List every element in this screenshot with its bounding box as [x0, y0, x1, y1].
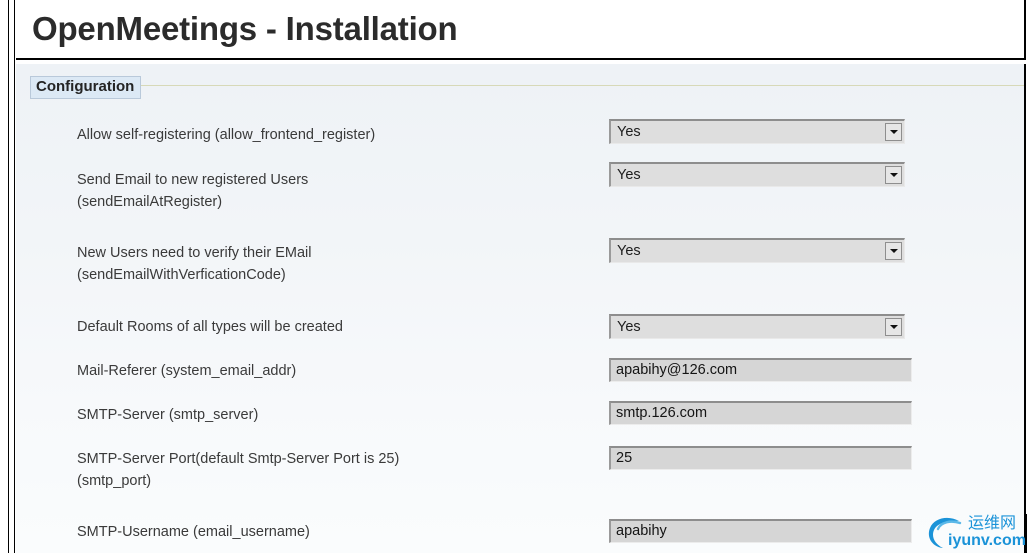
- chevron-down-glyph: [889, 173, 898, 177]
- field-label-send-email-with-verfication-code: New Users need to verify their EMail (se…: [77, 245, 312, 283]
- field-label-email-username: SMTP-Username (email_username): [77, 524, 310, 540]
- select-send-email-with-verfication-code[interactable]: Yes: [609, 238, 905, 263]
- text-input-smtp-port[interactable]: 25: [609, 446, 912, 470]
- chevron-down-glyph: [889, 249, 898, 253]
- chevron-down-icon[interactable]: [885, 123, 902, 141]
- text-input-value-email-username: apabihy: [616, 523, 667, 539]
- select-value-send-email-at-register: Yes: [617, 167, 641, 183]
- text-input-value-smtp-server: smtp.126.com: [616, 405, 708, 421]
- field-label-allow-frontend-register: Allow self-registering (allow_frontend_r…: [77, 127, 376, 143]
- field-label-send-email-at-register: Send Email to new registered Users (send…: [77, 172, 309, 210]
- header-panel: OpenMeetings - Installation: [16, 0, 1026, 60]
- fieldset-legend: Configuration: [30, 76, 142, 99]
- chevron-down-glyph: [889, 130, 898, 134]
- page-frame-rule-outer: [8, 0, 9, 553]
- installation-page: OpenMeetings - Installation Configuratio…: [0, 0, 1034, 553]
- text-input-email-username[interactable]: apabihy: [609, 519, 912, 543]
- page-frame-rule-inner: [14, 0, 15, 553]
- watermark-divider: [1026, 514, 1027, 553]
- page-title: OpenMeetings - Installation: [32, 10, 458, 47]
- select-allow-frontend-register[interactable]: Yes: [609, 119, 905, 144]
- text-input-smtp-server[interactable]: smtp.126.com: [609, 401, 912, 425]
- text-input-value-system-email-addr: apabihy@126.com: [616, 362, 738, 378]
- watermark: 运维网 iyunv.com: [926, 514, 1034, 553]
- configuration-fieldset: Configuration Allow self-registering (al…: [16, 64, 1026, 553]
- select-value-default-rooms-created: Yes: [617, 319, 641, 335]
- chevron-down-glyph: [889, 325, 898, 329]
- watermark-url-text: iyunv.com: [948, 532, 1026, 549]
- chevron-down-icon[interactable]: [885, 166, 902, 184]
- fieldset-top-rule: [30, 85, 1024, 86]
- chevron-down-icon[interactable]: [885, 242, 902, 260]
- field-label-smtp-server: SMTP-Server (smtp_server): [77, 407, 259, 423]
- select-value-allow-frontend-register: Yes: [617, 124, 641, 140]
- field-label-smtp-port: SMTP-Server Port(default Smtp-Server Por…: [77, 451, 400, 489]
- select-send-email-at-register[interactable]: Yes: [609, 162, 905, 187]
- chevron-down-icon[interactable]: [885, 318, 902, 336]
- text-input-system-email-addr[interactable]: apabihy@126.com: [609, 358, 912, 382]
- select-value-send-email-with-verfication-code: Yes: [617, 243, 641, 259]
- select-default-rooms-created[interactable]: Yes: [609, 314, 905, 339]
- field-label-system-email-addr: Mail-Referer (system_email_addr): [77, 363, 297, 379]
- field-label-default-rooms-created: Default Rooms of all types will be creat…: [77, 319, 343, 335]
- text-input-value-smtp-port: 25: [616, 450, 633, 466]
